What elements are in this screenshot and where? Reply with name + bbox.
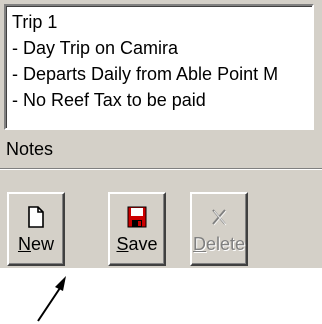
pointer-arrow-annotation (37, 276, 66, 322)
